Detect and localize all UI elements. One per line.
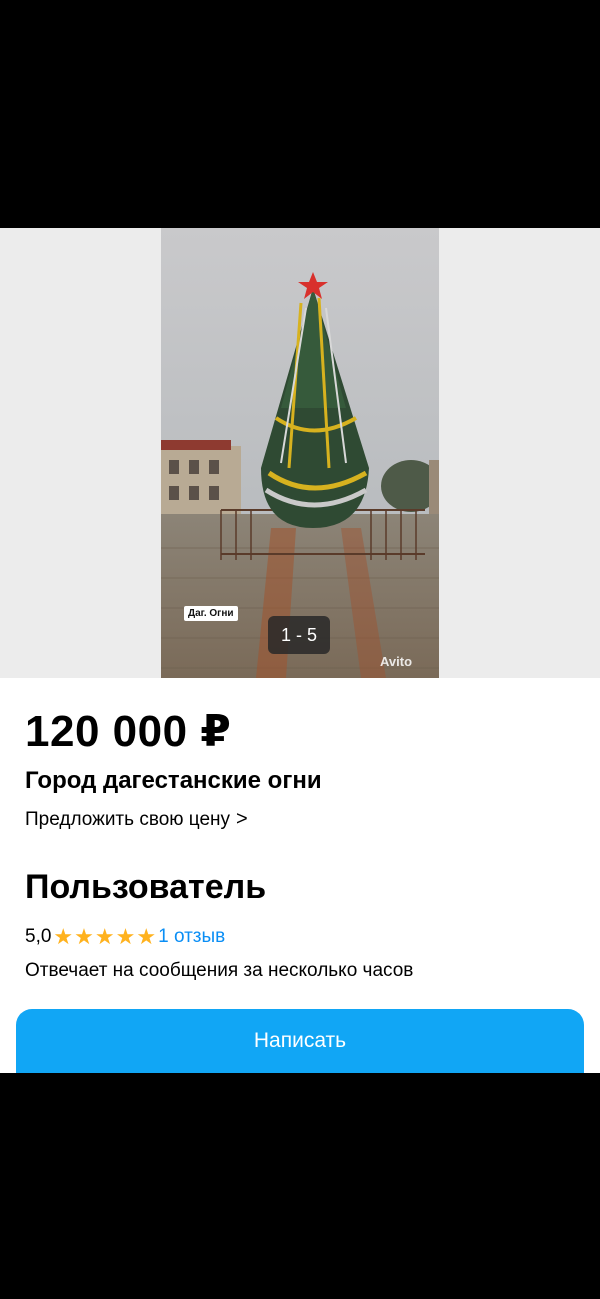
seller-rating-row: 5,0 ★ ★ ★ ★ ★ 1 отзыв: [25, 926, 225, 948]
rating-stars: ★ ★ ★ ★ ★: [53, 924, 157, 949]
top-blank-area: [0, 0, 600, 228]
star-icon: ★: [53, 924, 74, 949]
seller-name[interactable]: Пользователь: [25, 868, 266, 907]
avito-watermark: Avito: [380, 654, 413, 669]
listing-price: 120 000 ₽: [25, 707, 232, 756]
rating-value: 5,0: [25, 926, 52, 947]
star-icon: ★: [74, 924, 94, 949]
star-icon: ★: [115, 924, 136, 949]
star-icon: ★: [94, 924, 115, 949]
listing-details: 120 000 ₽ Город дагестанские огни Предло…: [0, 678, 600, 1073]
offer-price-label: Предложить свою цену: [25, 809, 231, 830]
write-message-button[interactable]: Написать: [16, 1009, 584, 1073]
listing-title: Город дагестанские огни: [25, 767, 322, 794]
photo-counter: 1 - 5: [268, 616, 330, 654]
seller-response-time: Отвечает на сообщения за несколько часов: [25, 960, 414, 981]
photo-gallery[interactable]: Даг. Огни 1 - 5 Avito: [0, 228, 600, 678]
chevron-right-icon: >: [236, 808, 248, 830]
reviews-link[interactable]: 1 отзыв: [158, 926, 225, 948]
photo-location-label: Даг. Огни: [184, 606, 238, 621]
offer-price-link[interactable]: Предложить свою цену >: [25, 808, 248, 831]
star-icon: ★: [136, 924, 157, 949]
bottom-blank-area: [0, 1073, 600, 1299]
